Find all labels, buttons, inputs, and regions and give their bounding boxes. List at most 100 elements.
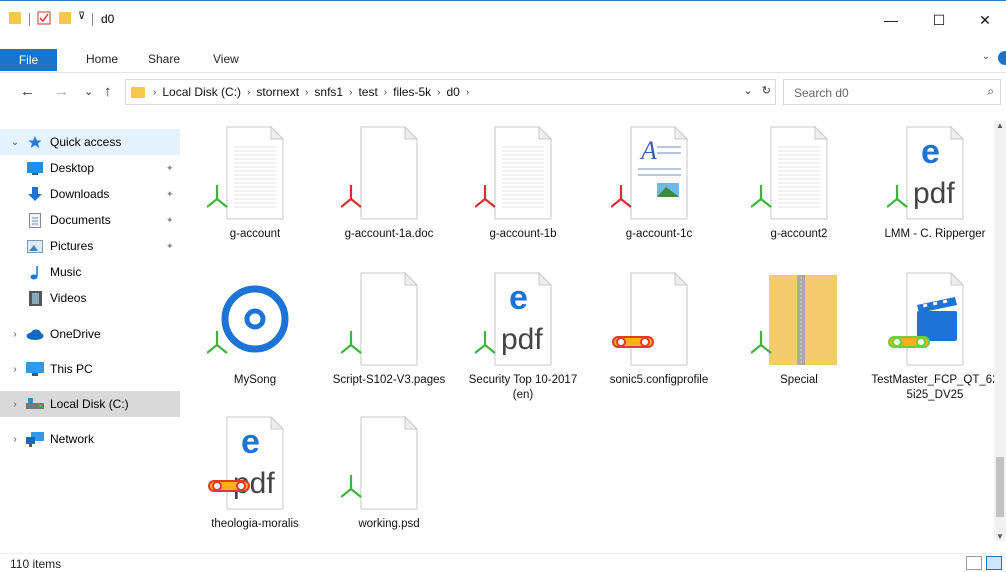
chevron-right-icon[interactable]: › bbox=[8, 364, 22, 375]
sidebar-item-downloads[interactable]: Downloads ✦ bbox=[0, 181, 180, 207]
file-item-script-s102-v3-pages[interactable]: Script-S102-V3.pages bbox=[324, 267, 454, 407]
details-view-icon[interactable] bbox=[966, 556, 982, 570]
sidebar-item-pictures[interactable]: Pictures ✦ bbox=[0, 233, 180, 259]
file-item-g-account-1a-doc[interactable]: g-account-1a.doc bbox=[324, 121, 454, 261]
search-icon[interactable]: ⌕ bbox=[987, 84, 994, 99]
folder-icon bbox=[9, 12, 21, 24]
video-file-icon bbox=[887, 271, 983, 369]
tab-file[interactable]: File bbox=[0, 49, 57, 71]
ribbon-expand-icon[interactable]: ⌄ bbox=[982, 51, 990, 62]
file-name: LMM - C. Ripperger bbox=[884, 228, 986, 240]
sidebar-item-onedrive[interactable]: › OneDrive bbox=[0, 321, 180, 347]
svg-text:pdf: pdf bbox=[913, 177, 955, 210]
sidebar-item-label: This PC bbox=[50, 362, 93, 376]
sidebar-item-documents[interactable]: Documents ✦ bbox=[0, 207, 180, 233]
address-bar[interactable]: › Local Disk (C:) › stornext › snfs1 › t… bbox=[125, 79, 776, 105]
ribbon-tabs: File Home Share View ⌄ bbox=[0, 39, 1006, 73]
file-item-working-psd[interactable]: working.psd bbox=[324, 411, 454, 551]
file-item-security-top-10-2017-en[interactable]: e pdf Security Top 10-2017 (en) bbox=[458, 267, 588, 407]
vertical-scrollbar[interactable]: ▲ ▼ bbox=[994, 121, 1006, 541]
breadcrumb-snfs1[interactable]: snfs1 bbox=[314, 85, 343, 99]
properties-icon[interactable] bbox=[37, 11, 51, 25]
pin-icon: ✦ bbox=[166, 240, 174, 251]
file-name: working.psd bbox=[358, 518, 420, 530]
maximize-button[interactable]: ☐ bbox=[916, 1, 962, 39]
file-item-mysong[interactable]: MySong bbox=[190, 267, 320, 407]
breadcrumb-d0[interactable]: d0 bbox=[446, 85, 459, 99]
sidebar-item-label: Documents bbox=[50, 213, 111, 227]
document-file-icon bbox=[206, 125, 303, 223]
scroll-down-icon[interactable]: ▼ bbox=[996, 532, 1004, 541]
search-input[interactable]: Search d0 ⌕ bbox=[783, 79, 1001, 105]
help-icon[interactable] bbox=[998, 51, 1006, 65]
file-item-sonic5-configprofile[interactable]: sonic5.configprofile bbox=[594, 267, 724, 407]
chevron-right-icon[interactable]: › bbox=[437, 87, 440, 98]
sidebar-item-music[interactable]: Music bbox=[0, 259, 180, 285]
file-name: g-account-1a.doc bbox=[344, 228, 434, 240]
file-item-g-account[interactable]: g-account bbox=[190, 121, 320, 261]
file-item-g-account-1b[interactable]: g-account-1b bbox=[458, 121, 588, 261]
file-item-g-account-1c[interactable]: Ag-account-1c bbox=[594, 121, 724, 261]
chevron-right-icon[interactable]: › bbox=[384, 87, 387, 98]
sidebar-item-network[interactable]: › Network bbox=[0, 426, 180, 452]
tab-view[interactable]: View bbox=[213, 48, 239, 70]
chevron-down-icon[interactable]: ⌄ bbox=[8, 137, 22, 148]
new-folder-icon[interactable] bbox=[58, 11, 72, 25]
chevron-right-icon[interactable]: › bbox=[8, 399, 22, 410]
chevron-right-icon: › bbox=[153, 86, 157, 98]
file-name: g-account-1b bbox=[489, 228, 557, 240]
minimize-button[interactable]: — bbox=[868, 1, 914, 39]
tab-share[interactable]: Share bbox=[148, 48, 180, 70]
chevron-right-icon[interactable]: › bbox=[349, 87, 352, 98]
file-item-special[interactable]: Special bbox=[734, 267, 864, 407]
large-icons-view-icon[interactable] bbox=[986, 556, 1002, 570]
document-file-icon bbox=[340, 415, 437, 513]
forward-button[interactable]: → bbox=[54, 83, 69, 100]
svg-text:e: e bbox=[241, 423, 260, 461]
address-dropdown-icon[interactable]: ⌄ bbox=[744, 85, 753, 97]
sidebar-item-quick-access[interactable]: ⌄ Quick access bbox=[0, 129, 180, 155]
close-button[interactable]: ✕ bbox=[962, 1, 1006, 39]
navigation-pane: ⌄ Quick access Desktop ✦ Downloads ✦ Doc… bbox=[0, 121, 190, 541]
sidebar-item-label: Quick access bbox=[50, 135, 122, 149]
recent-locations-button[interactable]: ⌄ bbox=[84, 85, 93, 98]
sidebar-item-videos[interactable]: Videos bbox=[0, 285, 180, 311]
chevron-right-icon[interactable]: › bbox=[305, 87, 308, 98]
title-bar: ⊽ d0 — ☐ ✕ bbox=[0, 1, 1006, 39]
breadcrumb-files-5k[interactable]: files-5k bbox=[393, 85, 431, 99]
scrollbar-thumb[interactable] bbox=[996, 457, 1004, 517]
tab-home[interactable]: Home bbox=[86, 48, 118, 70]
up-button[interactable]: ↑ bbox=[104, 83, 112, 100]
chevron-right-icon[interactable]: › bbox=[466, 87, 469, 98]
file-name: theologia-moralis bbox=[211, 518, 299, 530]
breadcrumb-test[interactable]: test bbox=[358, 85, 377, 99]
chevron-right-icon[interactable]: › bbox=[8, 329, 22, 340]
sidebar-item-local-disk[interactable]: › Local Disk (C:) bbox=[0, 391, 180, 417]
chevron-right-icon[interactable]: › bbox=[8, 434, 22, 445]
divider bbox=[29, 13, 30, 26]
document-file-icon bbox=[611, 271, 707, 369]
scroll-up-icon[interactable]: ▲ bbox=[996, 121, 1004, 130]
navigation-bar: ← → ⌄ ↑ › Local Disk (C:) › stornext › s… bbox=[0, 73, 1006, 113]
file-name: g-account bbox=[229, 228, 281, 240]
chevron-right-icon[interactable]: › bbox=[247, 87, 250, 98]
file-item-g-account2[interactable]: g-account2 bbox=[734, 121, 864, 261]
sidebar-item-label: Network bbox=[50, 432, 95, 446]
star-icon bbox=[26, 134, 44, 150]
quick-access-toolbar-dropdown-icon[interactable]: ⊽ bbox=[78, 11, 85, 22]
refresh-icon[interactable]: ↻ bbox=[762, 85, 771, 97]
window-title: d0 bbox=[101, 12, 115, 26]
disk-icon bbox=[26, 396, 44, 412]
file-name: sonic5.configprofile bbox=[609, 374, 709, 386]
back-button[interactable]: ← bbox=[20, 83, 35, 100]
breadcrumb-stornext[interactable]: stornext bbox=[256, 85, 299, 99]
file-item-lmm-c-ripperger[interactable]: e pdf LMM - C. Ripperger bbox=[870, 121, 1000, 261]
desktop-icon bbox=[26, 160, 44, 176]
sidebar-item-this-pc[interactable]: › This PC bbox=[0, 356, 180, 382]
breadcrumb-local-disk[interactable]: Local Disk (C:) bbox=[162, 85, 241, 99]
sidebar-item-desktop[interactable]: Desktop ✦ bbox=[0, 155, 180, 181]
documents-icon bbox=[26, 212, 44, 228]
file-item-testmaster-fcp-qt-625i25-dv25[interactable]: TestMaster_FCP_QT_625i25_DV25 bbox=[870, 267, 1000, 407]
document-file-icon: A bbox=[610, 125, 707, 223]
file-item-theologia-moralis[interactable]: e pdf theologia-moralis bbox=[190, 411, 320, 551]
